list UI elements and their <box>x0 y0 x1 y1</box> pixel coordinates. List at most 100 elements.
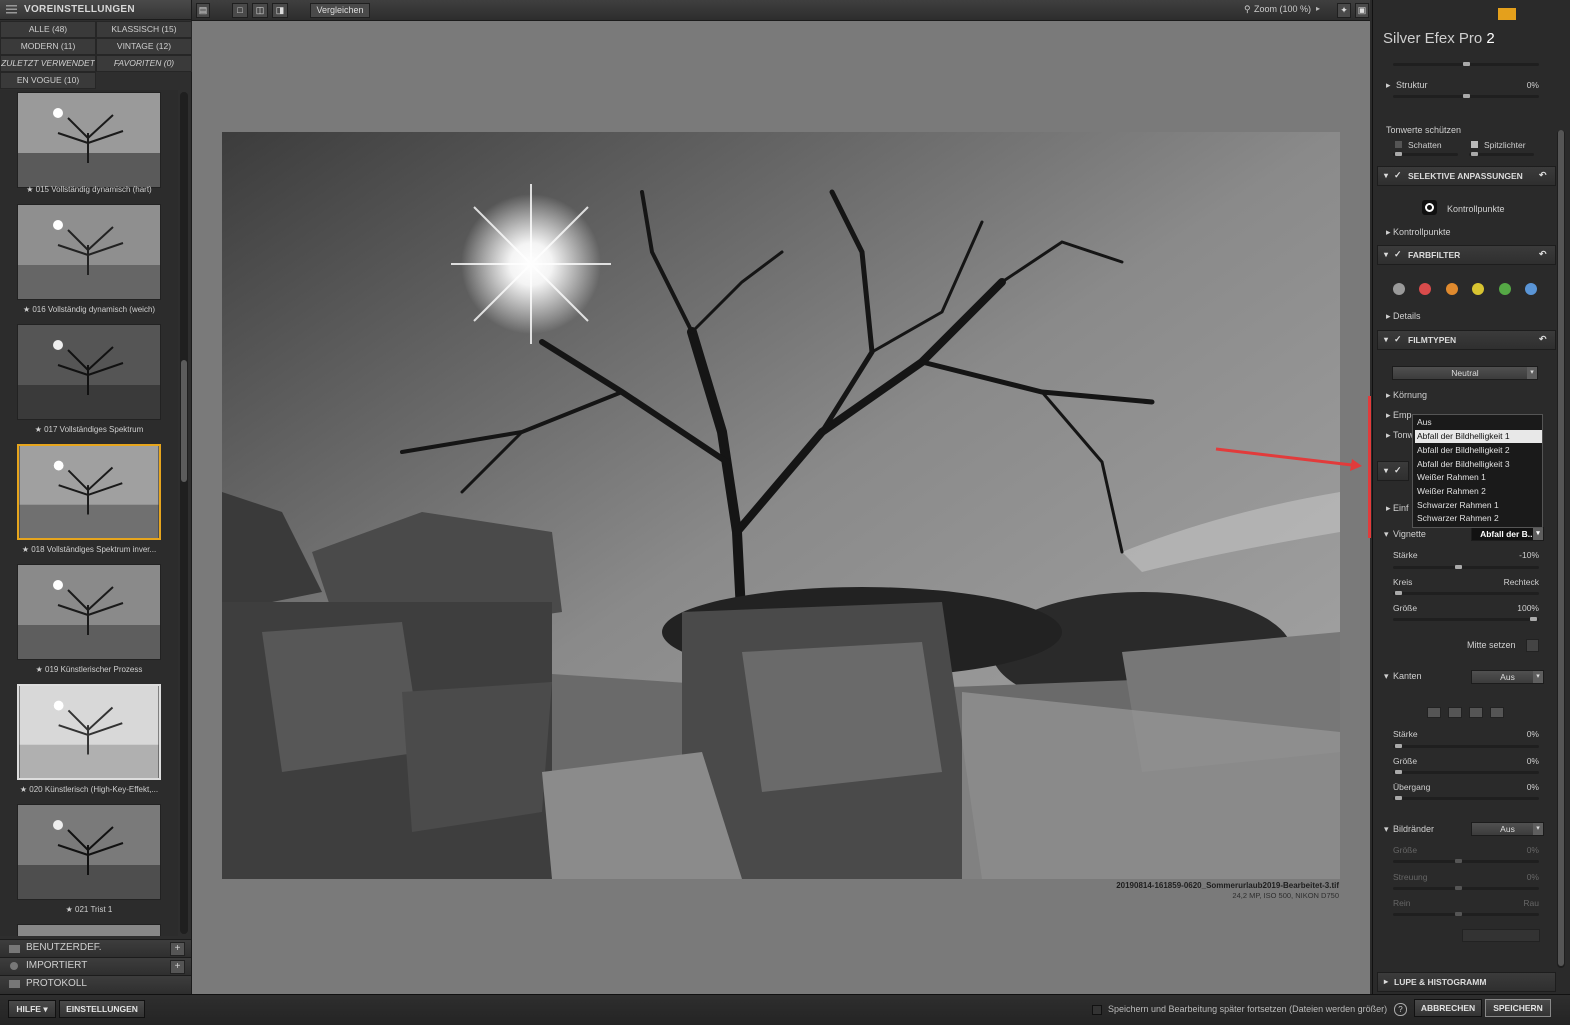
kanten-select[interactable]: Aus ▾ <box>1471 670 1544 684</box>
section-collapsed[interactable]: ▾ ✓ <box>1377 461 1409 481</box>
reset-icon[interactable]: ↶ <box>1539 334 1547 345</box>
category-recent[interactable]: ZULETZT VERWENDET <box>0 55 96 72</box>
zoom-label[interactable]: Zoom (100 %) <box>1254 4 1311 14</box>
panel-menu-icon[interactable] <box>6 4 17 14</box>
save-later-checkbox[interactable] <box>1092 1005 1102 1015</box>
chevron-right-icon[interactable]: ▸ <box>1386 390 1391 401</box>
film-type-select[interactable]: Neutral ▾ <box>1392 366 1538 380</box>
reset-icon[interactable]: ↶ <box>1539 170 1547 181</box>
preset-thumbnail[interactable] <box>17 564 161 660</box>
menu-item[interactable]: Weißer Rahmen 2 <box>1417 485 1541 498</box>
spitzlichter-slider[interactable] <box>1469 152 1534 156</box>
section-lupe-histogramm[interactable]: ▸ LUPE & HISTOGRAMM <box>1377 972 1556 992</box>
koernung-label[interactable]: Körnung <box>1393 390 1427 400</box>
section-filmtypen[interactable]: ▾ ✓ FILMTYPEN ↶ <box>1377 330 1556 350</box>
reset-icon[interactable]: ↶ <box>1539 249 1547 260</box>
filter-red-dot[interactable] <box>1419 283 1431 295</box>
kontrollpunkte-row[interactable]: Kontrollpunkte <box>1393 227 1451 237</box>
chevron-right-icon[interactable]: ▸ <box>1386 430 1391 441</box>
preset-thumbnail[interactable] <box>17 684 161 780</box>
filter-blue-dot[interactable] <box>1525 283 1537 295</box>
tonwert-label[interactable]: Tonw <box>1393 430 1414 440</box>
category-favorites[interactable]: FAVORITEN (0) <box>96 55 192 72</box>
kontrollpunkte-button[interactable]: Kontrollpunkte <box>1447 204 1505 214</box>
save-button[interactable]: SPEICHERN <box>1485 999 1551 1017</box>
filter-orange-dot[interactable] <box>1446 283 1458 295</box>
preset-thumbnail[interactable] <box>17 204 161 300</box>
edge-bottom-icon[interactable] <box>1490 707 1504 718</box>
details-label[interactable]: Details <box>1393 311 1421 321</box>
section-user-defined[interactable]: BENUTZERDEF. + <box>0 939 191 957</box>
settings-button[interactable]: EINSTELLUNGEN <box>59 1000 145 1018</box>
menu-item[interactable]: Abfall der Bildhelligkeit 3 <box>1417 458 1541 471</box>
edge-all-icon[interactable] <box>1427 707 1441 718</box>
filter-yellow-dot[interactable] <box>1472 283 1484 295</box>
vignette-groesse-slider[interactable] <box>1393 617 1539 621</box>
side-by-side-icon[interactable]: ◨ <box>272 3 288 18</box>
checkmark-icon[interactable]: ✓ <box>1394 170 1402 181</box>
chevron-right-icon[interactable]: ▸ <box>1386 311 1391 322</box>
section-farbfilter[interactable]: ▾ ✓ FARBFILTER ↶ <box>1377 245 1556 265</box>
compare-button[interactable]: Vergleichen <box>310 3 370 18</box>
single-view-icon[interactable]: □ <box>232 3 248 18</box>
help-icon[interactable]: ? <box>1394 1003 1407 1016</box>
menu-item[interactable]: Weißer Rahmen 1 <box>1417 471 1541 484</box>
checkmark-icon[interactable]: ✓ <box>1394 465 1402 476</box>
chevron-right-icon[interactable]: ▸ <box>1386 80 1391 91</box>
chevron-right-icon[interactable]: ▸ <box>1386 227 1391 238</box>
preset-thumbnail[interactable] <box>17 324 161 420</box>
chevron-down-icon[interactable]: ▾ <box>1384 671 1389 682</box>
menu-item[interactable]: Abfall der Bildhelligkeit 2 <box>1417 444 1541 457</box>
vignette-staerke-slider[interactable] <box>1393 565 1539 569</box>
chevron-down-icon[interactable]: ▾ <box>1384 824 1389 835</box>
schatten-slider[interactable] <box>1393 152 1458 156</box>
add-icon[interactable]: + <box>170 960 185 974</box>
preset-thumbnail-selected[interactable] <box>17 444 161 540</box>
checkmark-icon[interactable]: ✓ <box>1394 249 1402 260</box>
chevron-right-icon[interactable]: ▸ <box>1386 410 1391 421</box>
category-modern[interactable]: MODERN (11) <box>0 38 96 55</box>
section-history[interactable]: PROTOKOLL <box>0 975 191 993</box>
kanten-staerke-slider[interactable] <box>1393 744 1539 748</box>
menu-item-highlighted[interactable]: Abfall der Bildhelligkeit 1 <box>1415 430 1542 443</box>
category-all[interactable]: ALLE (48) <box>0 21 96 38</box>
chevron-down-icon[interactable]: ▾ <box>1384 529 1389 540</box>
target-icon[interactable] <box>1526 639 1539 652</box>
kanten-groesse-slider[interactable] <box>1393 770 1539 774</box>
vignette-select[interactable]: Abfall der B... ▾ <box>1471 527 1544 541</box>
filter-green-dot[interactable] <box>1499 283 1511 295</box>
help-button[interactable]: HILFE ▾ <box>8 1000 56 1018</box>
pin-icon[interactable]: ✦ <box>1337 3 1351 18</box>
preview-image[interactable] <box>222 132 1340 879</box>
bildraender-select[interactable]: Aus ▾ <box>1471 822 1544 836</box>
uebergang-slider[interactable] <box>1393 796 1539 800</box>
menu-item[interactable]: Schwarzer Rahmen 1 <box>1417 499 1541 512</box>
zoom-arrow-icon[interactable]: ▸ <box>1316 4 1320 13</box>
struktur-slider[interactable] <box>1393 94 1539 98</box>
preset-thumbnail[interactable] <box>17 924 161 936</box>
edge-side-icon[interactable] <box>1469 707 1483 718</box>
category-en-vogue[interactable]: EN VOGUE (10) <box>0 72 96 89</box>
preset-thumbnail[interactable] <box>17 804 161 900</box>
control-point-icon[interactable] <box>1422 200 1437 215</box>
empfindlichkeit-label[interactable]: Emp <box>1393 410 1412 420</box>
menu-item[interactable]: Schwarzer Rahmen 2 <box>1417 512 1541 525</box>
shape-slider[interactable] <box>1393 591 1539 595</box>
adjustments-scrollbar[interactable] <box>1557 130 1565 968</box>
slider[interactable] <box>1393 62 1539 66</box>
layout-icon[interactable]: ▣ <box>1355 3 1369 18</box>
toggle-panel-icon[interactable]: ▤ <box>196 3 210 18</box>
split-view-icon[interactable]: ◫ <box>252 3 268 18</box>
filter-neutral-dot[interactable] <box>1393 283 1405 295</box>
presets-scrollbar[interactable] <box>180 92 188 934</box>
checkmark-icon[interactable]: ✓ <box>1394 334 1402 345</box>
category-vintage[interactable]: VINTAGE (12) <box>96 38 192 55</box>
edge-top-icon[interactable] <box>1448 707 1462 718</box>
category-classic[interactable]: KLASSISCH (15) <box>96 21 192 38</box>
section-imported[interactable]: IMPORTIERT + <box>0 957 191 975</box>
preset-thumbnail[interactable] <box>17 92 161 188</box>
menu-item[interactable]: Aus <box>1417 416 1541 429</box>
section-selective[interactable]: ▾ ✓ SELEKTIVE ANPASSUNGEN ↶ <box>1377 166 1556 186</box>
chevron-right-icon[interactable]: ▸ <box>1386 503 1391 514</box>
einfaerbung-label[interactable]: Einf <box>1393 503 1409 513</box>
